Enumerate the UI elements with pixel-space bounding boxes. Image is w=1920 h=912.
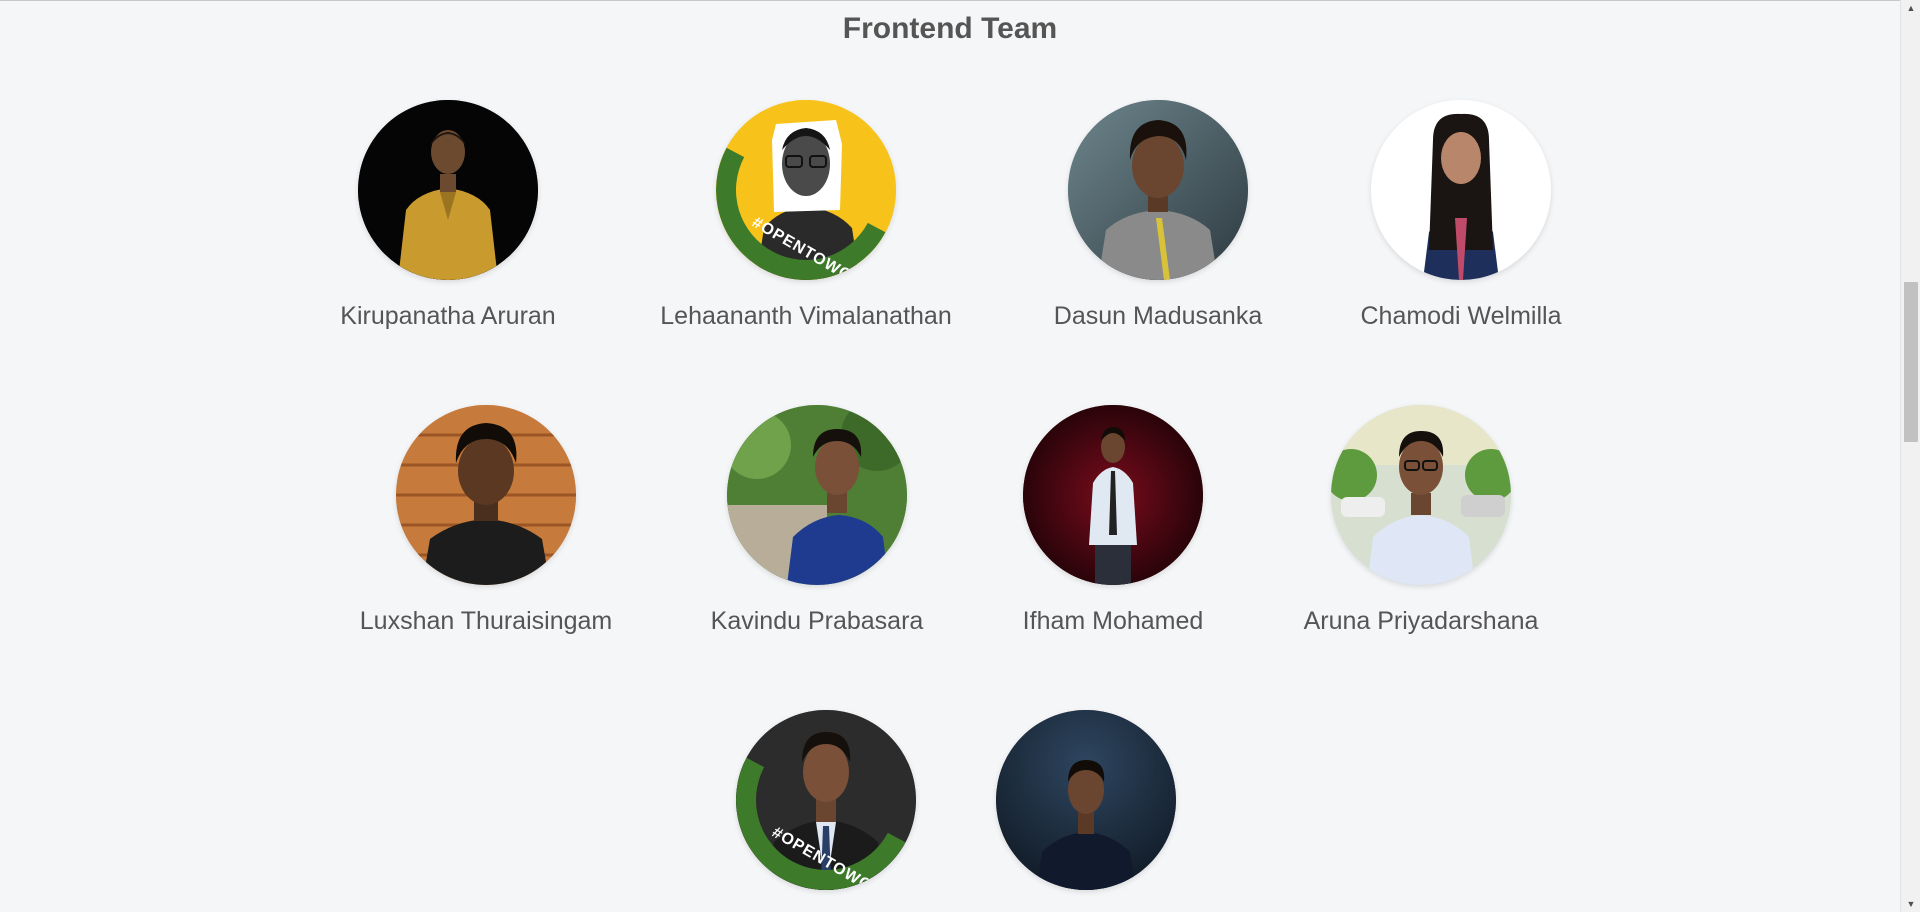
member-name: Kirupanatha Aruran [340, 302, 556, 330]
triangle-down-icon[interactable]: ▼ [1901, 896, 1920, 912]
scroll-thumb[interactable] [1904, 282, 1918, 442]
member-avatar [1331, 405, 1511, 585]
member-card: Ifham Mohamed [963, 405, 1263, 636]
member-card: #OPENTOWORK [676, 710, 976, 912]
member-card: Luxshan Thuraisingam [336, 405, 636, 636]
member-card: Chamodi Welmilla [1311, 100, 1611, 331]
member-card [936, 710, 1236, 912]
member-name: Lehaananth Vimalanathan [660, 302, 952, 330]
member-avatar [1371, 100, 1551, 280]
member-card: #OPENTOWORK Lehaananth Vimalanathan [656, 100, 956, 331]
member-name: Aruna Priyadarshana [1303, 607, 1539, 635]
member-avatar [996, 710, 1176, 890]
member-name: Dasun Madusanka [1053, 302, 1263, 330]
member-avatar [396, 405, 576, 585]
member-avatar [358, 100, 538, 280]
team-page: Frontend Team Kirupanatha Aruran #OPENTO… [0, 0, 1900, 912]
member-avatar: #OPENTOWORK [716, 100, 896, 280]
member-name: Luxshan Thuraisingam [359, 607, 613, 635]
member-avatar [1068, 100, 1248, 280]
section-title: Frontend Team [842, 12, 1058, 45]
member-name: Ifham Mohamed [1022, 607, 1204, 635]
member-name: Kavindu Prabasara [710, 607, 924, 635]
vertical-scrollbar[interactable]: ▲ ▼ [1900, 0, 1920, 912]
member-avatar [727, 405, 907, 585]
member-avatar [1023, 405, 1203, 585]
member-name: Chamodi Welmilla [1360, 302, 1562, 330]
triangle-up-icon[interactable]: ▲ [1901, 0, 1920, 16]
member-card: Aruna Priyadarshana [1271, 405, 1571, 636]
member-card: Kavindu Prabasara [667, 405, 967, 636]
top-divider [0, 0, 1900, 1]
member-card: Dasun Madusanka [1008, 100, 1308, 331]
member-avatar: #OPENTOWORK [736, 710, 916, 890]
member-card: Kirupanatha Aruran [298, 100, 598, 331]
